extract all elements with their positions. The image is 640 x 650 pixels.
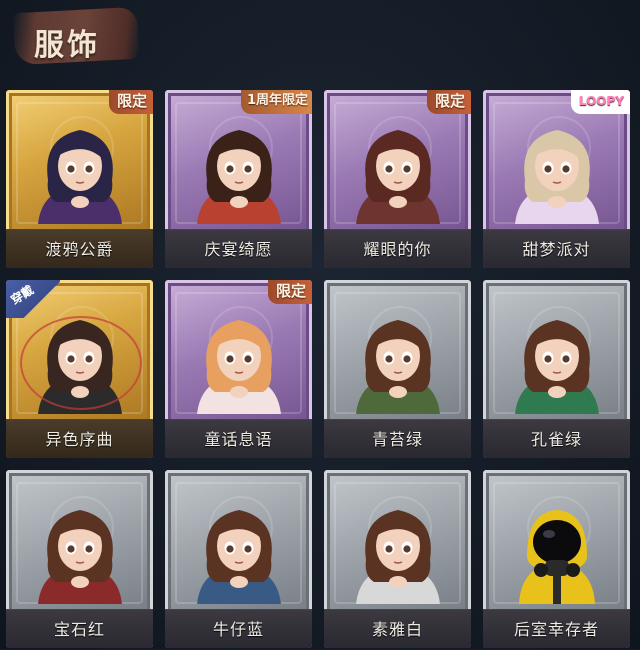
costume-card[interactable]: 后室幸存者: [483, 470, 630, 648]
costume-name: 牛仔蓝: [212, 620, 264, 639]
denim-blue-figure: [187, 496, 291, 604]
costume-card[interactable]: LOOPY 甜梦派对: [483, 90, 630, 268]
costume-name: 庆宴绮愿: [204, 240, 273, 259]
fairytale-figure: [187, 306, 291, 414]
equipped-tag: 穿戴: [6, 280, 60, 318]
costume-name: 甜梦派对: [522, 240, 591, 259]
backrooms-survivor-figure: [505, 496, 609, 604]
costume-card[interactable]: 限定耀眼的你: [324, 90, 471, 268]
ruby-red-figure: [28, 496, 132, 604]
limited-badge: 限定: [108, 90, 153, 114]
plain-white-figure: [346, 496, 450, 604]
moss-green-figure: [346, 306, 450, 414]
costume-name: 渡鸦公爵: [45, 240, 114, 259]
costume-card[interactable]: 宝石红: [6, 470, 153, 648]
costume-card[interactable]: 牛仔蓝: [165, 470, 312, 648]
costume-card[interactable]: 穿戴异色序曲: [6, 280, 153, 458]
cake-party-figure: [187, 116, 291, 224]
costume-name: 素雅白: [371, 620, 423, 639]
costume-name: 后室幸存者: [513, 620, 599, 639]
raven-duke-figure: [28, 116, 132, 224]
costume-name: 童话息语: [204, 430, 273, 449]
cowboy-hat-figure: [346, 116, 450, 224]
costume-card[interactable]: 限定渡鸦公爵: [6, 90, 153, 268]
page-title: 服饰: [34, 28, 100, 63]
brand-collab-badge: LOOPY: [570, 90, 630, 114]
limited-badge: 限定: [426, 90, 471, 114]
equipped-tag-label: 穿戴: [8, 282, 37, 308]
costume-name: 宝石红: [53, 620, 105, 639]
costume-card[interactable]: 青苔绿: [324, 280, 471, 458]
costume-card[interactable]: 孔雀绿: [483, 280, 630, 458]
peacock-green-figure: [505, 306, 609, 414]
header: 服饰: [0, 0, 640, 78]
costume-name: 耀眼的你: [363, 240, 432, 259]
costume-name: 孔雀绿: [530, 430, 582, 449]
costume-card[interactable]: 限定童话息语: [165, 280, 312, 458]
limited-badge: 1周年限定: [240, 90, 312, 114]
costume-name: 异色序曲: [45, 430, 114, 449]
costume-grid: 限定 渡鸦公爵 1周年限定 庆宴绮愿 限定 耀眼的你 LOOPY 甜梦派对 穿戴…: [6, 90, 640, 650]
costume-card[interactable]: 素雅白: [324, 470, 471, 648]
limited-badge: 限定: [267, 280, 312, 304]
sweet-dream-figure: [505, 116, 609, 224]
costume-card[interactable]: 1周年限定庆宴绮愿: [165, 90, 312, 268]
equipped-ring: [20, 316, 142, 410]
costume-name: 青苔绿: [371, 430, 423, 449]
